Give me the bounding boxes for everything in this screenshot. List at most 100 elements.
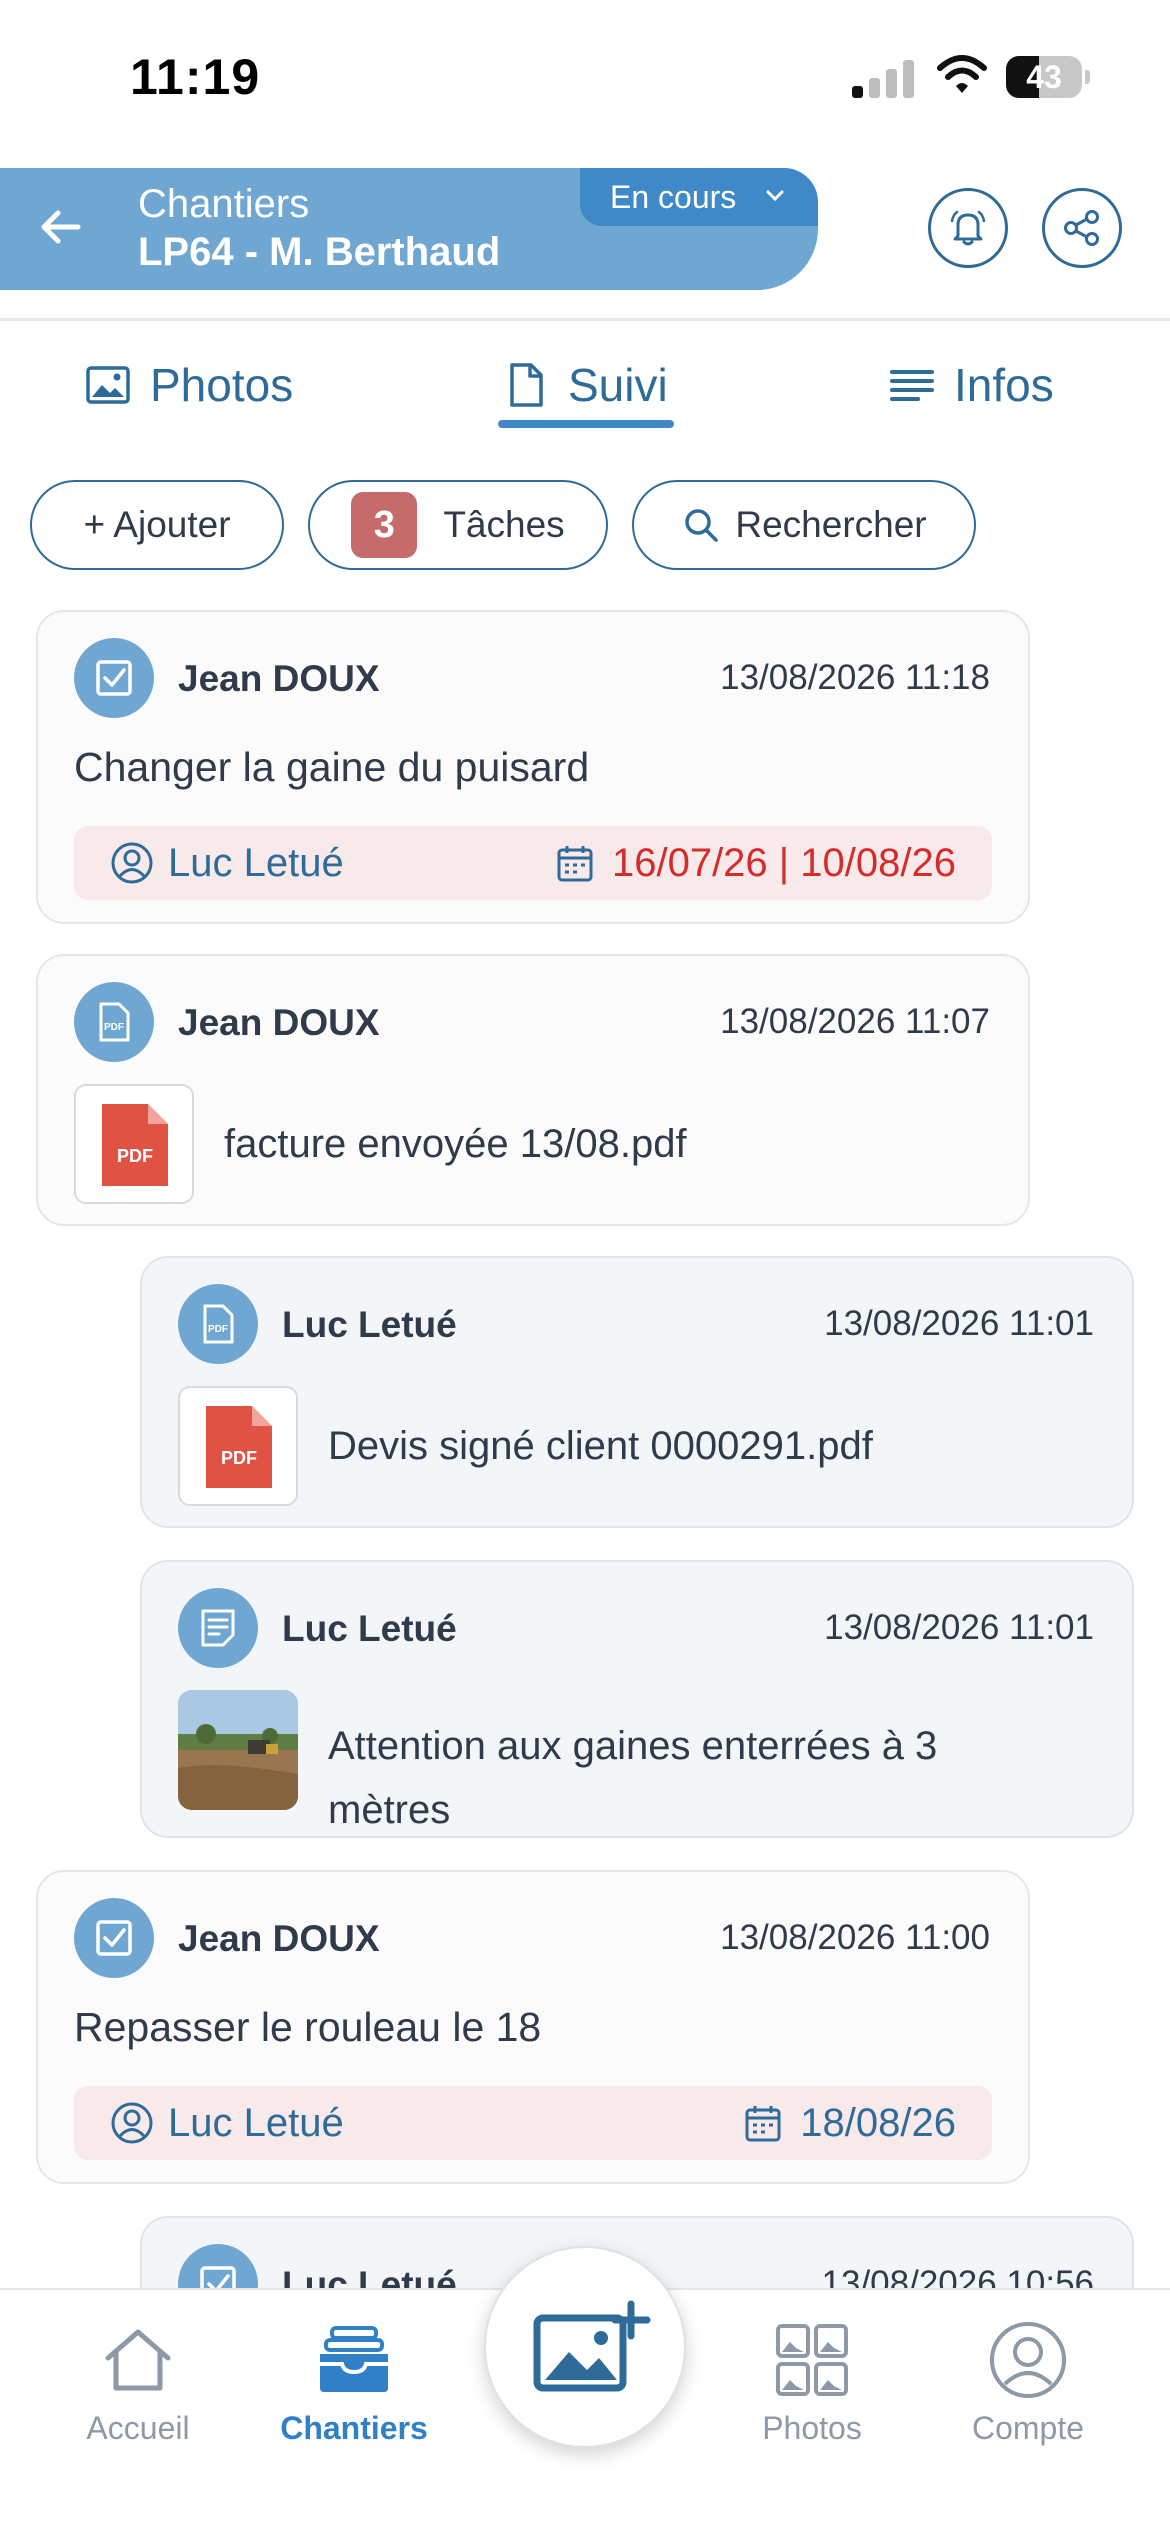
active-tab-indicator bbox=[498, 420, 674, 428]
battery-level: 43 bbox=[1026, 59, 1062, 95]
breadcrumb[interactable]: Chantiers bbox=[138, 182, 309, 227]
checkbox-checked-icon bbox=[96, 660, 132, 696]
page-title: LP64 - M. Berthaud bbox=[138, 230, 501, 274]
pdf-thumbnail[interactable]: PDF bbox=[178, 1386, 298, 1506]
user-circle-icon bbox=[111, 842, 153, 884]
user-circle-icon bbox=[990, 2322, 1066, 2398]
feed-item-task[interactable]: Jean DOUX 13/08/2026 11:00 Repasser le r… bbox=[36, 1870, 1030, 2184]
battery-icon: 43 bbox=[1006, 56, 1090, 98]
calendar-icon bbox=[557, 846, 593, 882]
nav-account-label: Compte bbox=[971, 2410, 1085, 2446]
checkbox-checked-icon bbox=[96, 1920, 132, 1956]
pdf-file-icon: PDF bbox=[99, 1002, 130, 1042]
status-dropdown[interactable]: En cours bbox=[580, 168, 818, 226]
nav-chantiers[interactable]: Chantiers bbox=[254, 2320, 454, 2447]
search-button[interactable]: Rechercher bbox=[632, 480, 976, 570]
pdf-label: PDF bbox=[221, 1448, 257, 1468]
note-text: Attention aux gaines enterrées à 3 mètre… bbox=[328, 1714, 937, 1842]
tab-suivi-label: Suivi bbox=[568, 359, 668, 411]
list-icon bbox=[890, 370, 934, 401]
calendar-icon bbox=[745, 2106, 781, 2142]
header-divider bbox=[0, 318, 1170, 321]
home-icon bbox=[105, 2329, 171, 2391]
author-name: Jean DOUX bbox=[178, 658, 380, 699]
nav-photos[interactable]: Photos bbox=[712, 2320, 912, 2447]
cellular-signal-icon bbox=[852, 58, 916, 98]
tasks-filter-button[interactable]: 3 Tâches bbox=[308, 480, 608, 570]
author-name: Luc Letué bbox=[282, 1304, 457, 1345]
task-assignee: Luc Letué bbox=[110, 826, 344, 900]
task-assignee: Luc Letué bbox=[110, 2086, 344, 2160]
gallery-grid-icon bbox=[776, 2324, 848, 2396]
tab-infos[interactable]: Infos bbox=[888, 350, 1054, 420]
add-button-label: + Ajouter bbox=[83, 504, 231, 545]
note-text-line-2: mètres bbox=[328, 1788, 451, 1832]
clock: 11:19 bbox=[130, 49, 261, 105]
feed-item-task[interactable]: Jean DOUX 13/08/2026 11:18 Changer la ga… bbox=[36, 610, 1030, 924]
timestamp: 13/08/2026 11:01 bbox=[824, 1304, 1094, 1343]
feed-reply-note[interactable]: Luc Letué 13/08/2026 11:01 Attention aux… bbox=[140, 1560, 1134, 1838]
task-type-avatar bbox=[74, 638, 154, 718]
nav-home[interactable]: Accueil bbox=[38, 2320, 238, 2447]
photo-thumbnail[interactable] bbox=[178, 1690, 298, 1810]
tab-photos-label: Photos bbox=[150, 359, 294, 411]
svg-text:PDF: PDF bbox=[208, 1324, 228, 1335]
pdf-thumbnail[interactable]: PDF bbox=[74, 1084, 194, 1204]
construction-site-photo bbox=[178, 1690, 298, 1810]
note-text-line-1: Attention aux gaines enterrées à 3 bbox=[328, 1724, 938, 1768]
task-date-range: 18/08/26 bbox=[800, 2100, 956, 2145]
notifications-button[interactable] bbox=[928, 188, 1008, 268]
status-dropdown-label: En cours bbox=[610, 179, 737, 215]
note-icon bbox=[201, 1609, 235, 1647]
nav-account[interactable]: Compte bbox=[928, 2320, 1128, 2447]
assignee-name: Luc Letué bbox=[168, 2100, 344, 2145]
task-title: Changer la gaine du puisard bbox=[74, 744, 590, 790]
timestamp: 13/08/2026 11:07 bbox=[720, 1002, 990, 1041]
timestamp: 13/08/2026 11:01 bbox=[824, 1608, 1094, 1647]
timestamp: 13/08/2026 11:00 bbox=[720, 1918, 990, 1957]
task-details-bar: Luc Letué 16/07/26 | 10/08/26 bbox=[74, 826, 992, 900]
task-due-date: 16/07/26 | 10/08/26 bbox=[554, 826, 956, 900]
tab-suivi[interactable]: Suivi bbox=[502, 350, 668, 420]
inbox-stack-icon bbox=[320, 2326, 388, 2392]
tasks-filter-label: Tâches bbox=[443, 504, 565, 545]
timestamp: 13/08/2026 11:18 bbox=[720, 658, 990, 697]
task-due-date: 18/08/26 bbox=[742, 2086, 956, 2160]
author-name: Luc Letué bbox=[282, 1608, 457, 1649]
feed-reply-file[interactable]: PDF Luc Letué 13/08/2026 11:01 PDF Devis… bbox=[140, 1256, 1134, 1528]
tasks-count-badge: 3 bbox=[351, 492, 418, 558]
chevron-down-icon bbox=[766, 190, 784, 202]
file-type-avatar: PDF bbox=[178, 1284, 258, 1364]
share-button[interactable] bbox=[1042, 188, 1122, 268]
bell-icon bbox=[950, 210, 986, 246]
document-icon bbox=[510, 363, 543, 407]
file-name[interactable]: Devis signé client 0000291.pdf bbox=[328, 1424, 873, 1469]
add-photo-icon bbox=[533, 2300, 651, 2392]
nav-chantiers-label: Chantiers bbox=[280, 2410, 428, 2446]
back-arrow-icon[interactable] bbox=[38, 204, 84, 250]
pdf-label: PDF bbox=[117, 1146, 153, 1166]
task-title: Repasser le rouleau le 18 bbox=[74, 2004, 542, 2050]
user-circle-icon bbox=[111, 2102, 153, 2144]
search-icon bbox=[685, 509, 719, 542]
file-type-avatar: PDF bbox=[74, 982, 154, 1062]
nav-photos-label: Photos bbox=[762, 2410, 862, 2446]
share-icon bbox=[1064, 210, 1099, 246]
note-type-avatar bbox=[178, 1588, 258, 1668]
file-name[interactable]: facture envoyée 13/08.pdf bbox=[224, 1122, 687, 1167]
pdf-document-icon: PDF bbox=[206, 1406, 272, 1488]
feed-item-file[interactable]: PDF Jean DOUX 13/08/2026 11:07 PDF factu… bbox=[36, 954, 1030, 1226]
task-details-bar: Luc Letué 18/08/26 bbox=[74, 2086, 992, 2160]
add-button[interactable]: + Ajouter bbox=[30, 480, 284, 570]
add-photo-button[interactable] bbox=[484, 2246, 686, 2448]
task-type-avatar bbox=[74, 1898, 154, 1978]
task-date-range: 16/07/26 | 10/08/26 bbox=[611, 840, 956, 885]
author-name: Jean DOUX bbox=[178, 1918, 380, 1959]
pdf-file-icon: PDF bbox=[203, 1304, 234, 1344]
assignee-name: Luc Letué bbox=[168, 840, 344, 885]
search-button-label: Rechercher bbox=[735, 504, 927, 545]
tab-photos[interactable]: Photos bbox=[84, 350, 293, 420]
wifi-icon bbox=[937, 55, 987, 93]
svg-text:PDF: PDF bbox=[104, 1022, 124, 1033]
pdf-document-icon: PDF bbox=[102, 1104, 168, 1186]
